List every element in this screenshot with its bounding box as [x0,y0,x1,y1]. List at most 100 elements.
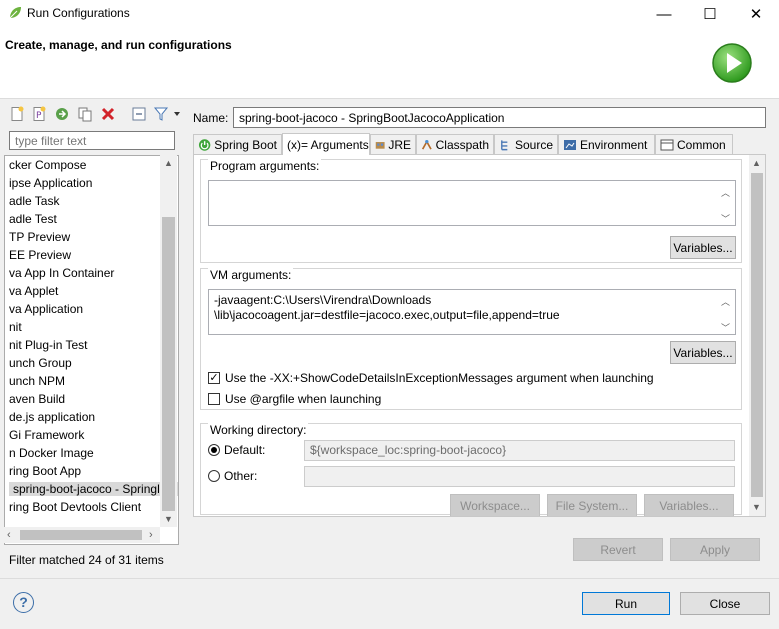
window-title: Run Configurations [27,6,130,20]
vm-arguments-group: VM arguments: -javaagent:C:\Users\Virend… [200,268,742,410]
filter-icon[interactable] [153,106,169,122]
help-icon[interactable]: ? [13,592,34,613]
vm-arguments-textarea[interactable]: -javaagent:C:\Users\Virendra\Downloads \… [208,289,736,335]
collapse-all-icon[interactable] [131,106,147,122]
filter-status-text: Filter matched 24 of 31 items [9,553,164,567]
default-radio[interactable] [208,444,220,456]
tab-classpath[interactable]: Classpath [416,134,494,154]
arguments-panel: Program arguments: ︿ ﹀ Variables... VM a… [193,154,766,517]
h-scroll-thumb[interactable] [20,530,142,540]
textarea-scroll-up-icon[interactable]: ︿ [721,295,730,308]
tree-item[interactable]: ring Boot App [9,464,81,478]
tree-item[interactable]: unch NPM [9,374,65,388]
run-button[interactable]: Run [582,592,670,615]
tree-item[interactable]: nit Plug-in Test [9,338,88,352]
minimize-icon: — [656,5,672,23]
environment-icon [564,139,576,150]
svg-text:P: P [36,111,42,121]
other-radio[interactable] [208,470,220,482]
tree-item[interactable]: spring-boot-jacoco - Springl [9,482,178,496]
panel-vertical-scrollbar[interactable]: ▲ ▼ [749,155,765,516]
maximize-icon: ☐ [703,6,717,23]
vm-arguments-line-2: \lib\jacocoagent.jar=destfile=jacoco.exe… [214,308,560,322]
scroll-thumb[interactable] [162,217,175,511]
tab-label: Source [514,137,553,152]
tab-spring-boot[interactable]: Spring Boot [193,134,282,154]
tree-item[interactable]: nit [9,320,22,334]
default-directory-field: ${workspace_loc:spring-boot-jacoco} [304,440,735,461]
tree-item[interactable]: aven Build [9,392,65,406]
tab-common[interactable]: Common [655,134,733,154]
tree-item[interactable]: n Docker Image [9,446,94,460]
scroll-up-icon[interactable]: ▲ [752,158,761,168]
common-icon [660,139,674,150]
export-icon[interactable] [54,106,70,122]
scroll-down-icon[interactable]: ▼ [752,502,761,512]
file-system-button[interactable]: File System... [547,494,637,516]
source-icon [501,139,508,150]
title-bar: Run Configurations — ☐ ✕ [0,0,779,28]
textarea-scroll-up-icon[interactable]: ︿ [721,186,730,199]
run-icon [712,43,752,83]
tree-item[interactable]: ipse Application [9,176,92,190]
config-type-tree[interactable]: cker Compose ipse Application adle Task adl… [4,155,179,545]
tree-item[interactable]: ring Boot Devtools Client [9,500,141,514]
tree-item[interactable]: adle Test [9,212,57,226]
duplicate-icon[interactable] [77,106,93,122]
name-label: Name: [193,111,229,125]
other-label: Other: [224,469,258,483]
argfile-label: Use @argfile when launching [225,392,382,406]
textarea-scroll-down-icon[interactable]: ﹀ [721,321,730,334]
working-directory-label: Working directory: [208,423,309,437]
tab-environment[interactable]: Environment [558,134,655,154]
apply-button[interactable]: Apply [670,538,760,561]
tree-item[interactable]: Gi Framework [9,428,84,442]
tab-arguments[interactable]: (x)= Arguments [282,133,370,155]
tab-label: Spring Boot [214,137,277,152]
tree-item[interactable]: va Application [9,302,83,316]
show-code-details-checkbox[interactable]: ✓ [208,372,220,384]
dialog-heading: Create, manage, and run configurations [5,38,232,52]
tree-item[interactable]: EE Preview [9,248,71,262]
tab-source[interactable]: Source [494,134,558,154]
close-window-button[interactable]: ✕ [733,0,779,28]
minimize-button[interactable]: — [641,0,687,28]
show-code-details-label: Use the -XX:+ShowCodeDetailsInExceptionM… [225,371,654,385]
scroll-right-icon[interactable]: › [149,529,153,541]
scroll-up-icon[interactable]: ▲ [164,158,173,168]
tree-item[interactable]: unch Group [9,356,72,370]
revert-button[interactable]: Revert [573,538,663,561]
maximize-button[interactable]: ☐ [687,0,733,28]
workspace-button[interactable]: Workspace... [450,494,540,516]
tree-item[interactable]: va App In Container [9,266,114,280]
scroll-thumb[interactable] [751,173,763,497]
tab-label: (x)= Arguments [287,137,369,152]
program-variables-button[interactable]: Variables... [670,236,736,259]
tab-label: Classpath [435,137,489,152]
tree-item[interactable]: va Applet [9,284,58,298]
working-directory-group: Working directory: Default: ${workspace_… [200,423,742,516]
other-directory-field[interactable] [304,466,735,487]
dropdown-icon[interactable] [172,106,182,122]
vm-variables-button[interactable]: Variables... [670,341,736,364]
new-prototype-icon[interactable]: P [31,106,47,122]
tree-item[interactable]: cker Compose [9,158,86,172]
argfile-checkbox[interactable] [208,393,220,405]
program-arguments-textarea[interactable] [208,180,736,226]
scroll-left-icon[interactable]: ‹ [7,529,11,541]
name-field[interactable] [233,107,766,128]
tree-item[interactable]: de.js application [9,410,95,424]
delete-icon[interactable] [100,106,116,122]
tree-vertical-scrollbar[interactable]: ▲ ▼ [160,155,177,527]
dialog-header: Create, manage, and run configurations [0,28,779,99]
tree-item[interactable]: adle Task [9,194,59,208]
tab-jre[interactable]: JRE [370,134,416,154]
working-dir-variables-button[interactable]: Variables... [644,494,734,516]
textarea-scroll-down-icon[interactable]: ﹀ [721,212,730,225]
close-button[interactable]: Close [680,592,770,615]
new-config-icon[interactable] [9,106,25,122]
tree-item[interactable]: TP Preview [9,230,70,244]
tree-horizontal-scrollbar[interactable]: ‹ › [4,527,160,543]
filter-input[interactable] [9,131,175,150]
scroll-down-icon[interactable]: ▼ [164,514,173,524]
